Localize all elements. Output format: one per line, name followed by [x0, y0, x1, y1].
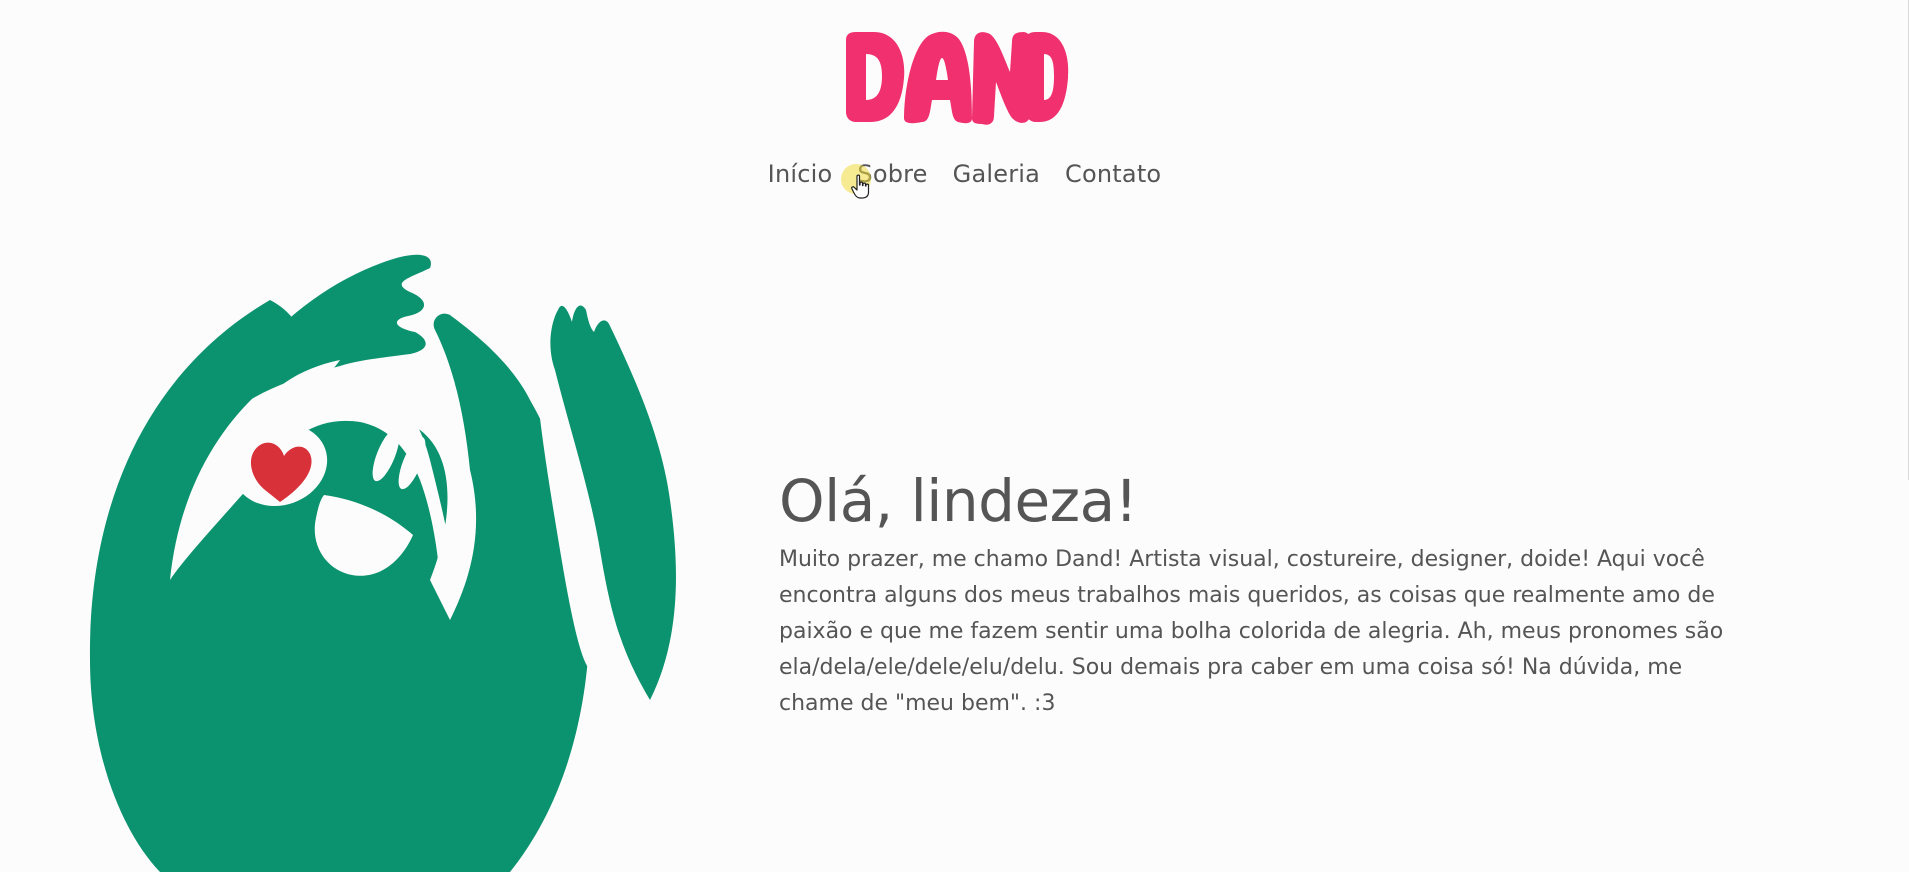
hero-description: Muito prazer, me chamo Dand! Artista vis… — [779, 546, 1724, 716]
nav-link-sobre[interactable]: Sobre — [857, 160, 927, 188]
mascot-illustration — [89, 250, 730, 872]
main-nav: Início Sobre Galeria Contato — [0, 160, 1909, 188]
site-logo[interactable] — [840, 30, 1070, 126]
page: Início Sobre Galeria Contato Olá, lindez… — [0, 0, 1909, 872]
green-blob-mascot-icon — [89, 254, 676, 872]
nav-link-galeria[interactable]: Galeria — [953, 160, 1040, 188]
nav-link-inicio[interactable]: Início — [768, 160, 833, 188]
dand-logo-icon — [846, 31, 1069, 125]
hero-section: Olá, lindeza! Muito prazer, me chamo Dan… — [779, 467, 1779, 722]
hero-title: Olá, lindeza! — [779, 467, 1138, 535]
nav-link-contato[interactable]: Contato — [1065, 160, 1161, 188]
